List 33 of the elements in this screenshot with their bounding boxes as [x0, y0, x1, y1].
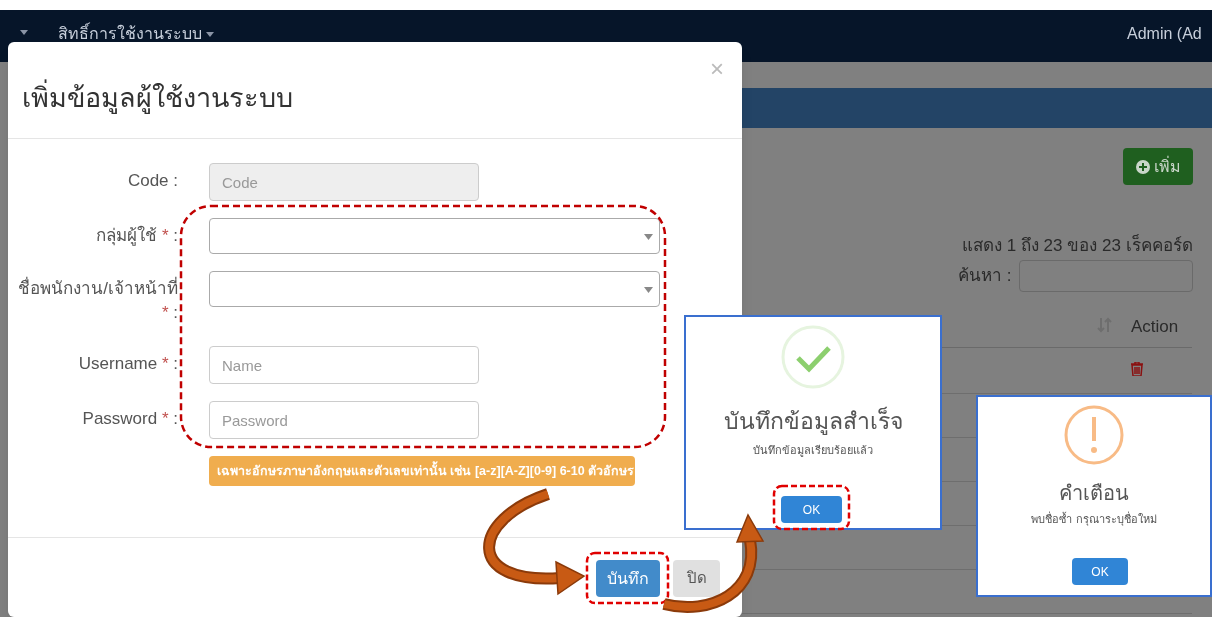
field-label: กลุ่มผู้ใช้ * :: [95, 224, 178, 248]
field-label: Code :: [126, 170, 178, 192]
dialog-message: พบชื่อซ้ำ กรุณาระบุชื่อใหม่: [1030, 511, 1158, 528]
add-button[interactable]: เพิ่ม: [1123, 148, 1193, 185]
menu-link[interactable]: สิทธิ์การใช้งานระบบ: [58, 22, 202, 46]
caret-icon: [20, 30, 28, 35]
caret-icon: [644, 287, 653, 293]
trash-icon[interactable]: [1131, 362, 1143, 376]
field-label: Username * :: [77, 353, 178, 375]
dropdown-field[interactable]: [209, 271, 660, 307]
user-menu[interactable]: Admin (Ad: [1127, 22, 1202, 46]
check-icon: [781, 325, 845, 389]
ok-button[interactable]: OK: [1072, 558, 1128, 585]
column-header: Action: [1131, 316, 1179, 338]
dialog-title: บันทึกข้อมูลสำเร็จ: [722, 405, 904, 437]
dialog-message: บันทึกข้อมูลเรียบร้อยแล้ว: [752, 443, 874, 459]
field-label: ชื่อพนักงาน/เจ้าหน้าที่ * :: [10, 277, 178, 325]
save-button[interactable]: บันทึก: [596, 560, 660, 597]
dialog-title: คำเตือน: [1058, 481, 1130, 506]
text-field[interactable]: Name: [209, 346, 479, 384]
search-label: ค้นหา :: [958, 265, 1012, 287]
caret-icon: [206, 31, 214, 37]
dropdown-field[interactable]: [209, 218, 660, 254]
text-field[interactable]: Password: [209, 401, 479, 439]
field-label: Password * :: [81, 408, 178, 430]
close-button[interactable]: ปิด: [673, 560, 720, 597]
plus-circle-icon: [1135, 159, 1150, 174]
records-info: แสดง 1 ถึง 23 ของ 23 เร็คคอร์ด: [962, 233, 1193, 257]
hint-label: เฉพาะอักษรภาษาอังกฤษและตัวเลขเท่านั้น เช่น [a-z][A-Z][0-9] 6-10 ตัวอักษร: [209, 456, 635, 486]
modal-title: เพิ่มข้อมูลผู้ใช้งานระบบ: [22, 78, 293, 119]
ok-button[interactable]: OK: [781, 496, 842, 523]
exclamation-icon: [1064, 405, 1124, 465]
caret-icon: [644, 234, 653, 240]
